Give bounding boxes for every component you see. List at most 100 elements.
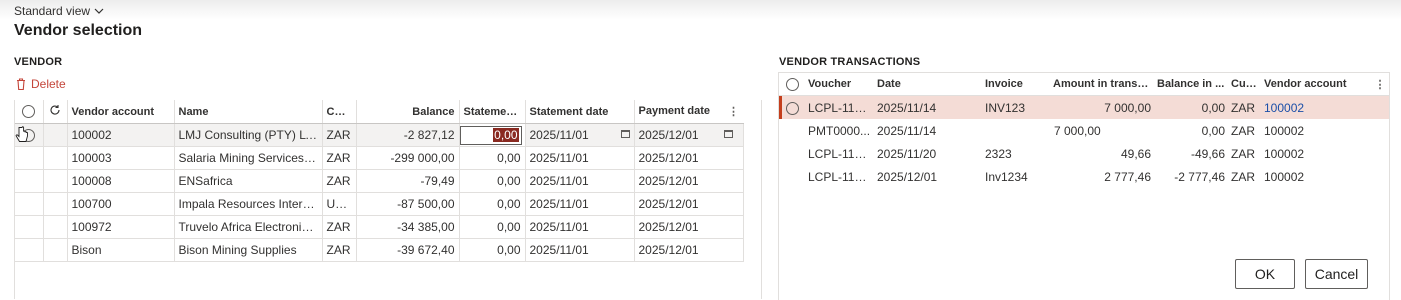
top-bar	[0, 0, 1401, 20]
cell-voucher: LCPL-110...	[805, 95, 874, 119]
table-row[interactable]: LCPL-110... 2025/11/20 2323 49,66 -49,66…	[779, 142, 1389, 165]
column-header-date[interactable]: Date	[874, 73, 982, 96]
cell-statement-date[interactable]: 2025/11/01	[525, 123, 635, 147]
column-header-voucher[interactable]: Voucher	[805, 73, 874, 96]
cell-statement-date[interactable]: 2025/11/01	[525, 169, 635, 193]
row-select[interactable]	[15, 192, 44, 216]
more-options-icon[interactable]: ⋮	[728, 105, 739, 118]
row-select[interactable]	[15, 146, 44, 170]
row-select[interactable]	[15, 238, 44, 262]
cell-currency: ZAR	[1231, 123, 1255, 138]
cell-statement-date[interactable]: 2025/11/01	[525, 215, 635, 239]
cell-invoice: 2323	[985, 146, 1012, 161]
trash-icon	[17, 78, 25, 90]
cell-currency: ZAR	[322, 146, 357, 170]
column-header-vendor-account[interactable]: Vendor account	[67, 100, 175, 124]
cell-statement[interactable]: 0,00	[459, 146, 526, 170]
cell-balance: 0,00	[1154, 95, 1228, 119]
cell-vendor-account: 100002	[1264, 169, 1305, 184]
table-row[interactable]: 100008 ENSafrica ZAR -79,49 0,00 2025/11…	[15, 169, 744, 193]
column-header-payment-date[interactable]: Payment date ⋮	[634, 100, 743, 124]
ok-button[interactable]: OK	[1235, 259, 1295, 289]
cell-name: Salaria Mining Services (P...	[174, 146, 323, 170]
column-header-statement[interactable]: Statement ...	[459, 100, 526, 124]
calendar-icon[interactable]	[620, 130, 630, 138]
cell-vendor-account[interactable]: 100008	[67, 169, 175, 193]
cell-payment-date[interactable]: 2025/12/01	[634, 215, 744, 239]
cell-voucher: LCPL-110...	[808, 169, 872, 184]
cell-name: Truvelo Africa Electronics ...	[174, 215, 323, 239]
cell-statement-date[interactable]: 2025/11/01	[525, 238, 635, 262]
cell-statement[interactable]: 0,00	[459, 123, 526, 147]
cell-vendor-account: 100002	[1264, 123, 1305, 138]
circle-icon	[22, 105, 36, 118]
cell-statement[interactable]: 0,00	[459, 215, 526, 239]
column-header-vendor-account[interactable]: Vendor account	[1261, 73, 1371, 96]
cell-statement[interactable]: 0,00	[459, 169, 526, 193]
select-all-checkbox[interactable]	[15, 100, 44, 124]
row-select[interactable]	[779, 165, 805, 188]
circle-icon	[785, 101, 799, 115]
table-row[interactable]: PMT0000... 2025/11/14 7 000,00 0,00 ZAR …	[779, 119, 1389, 142]
row-select[interactable]	[779, 119, 805, 142]
cell-payment-date[interactable]: 2025/12/01	[634, 238, 744, 262]
cell-balance: -2 777,46	[1174, 169, 1225, 184]
cell-vendor-account[interactable]: 100003	[67, 146, 175, 170]
cell-name: Impala Resources Internat...	[174, 192, 323, 216]
refresh-button[interactable]	[43, 100, 68, 124]
column-header-balance[interactable]: Balance in ...	[1154, 73, 1228, 96]
transactions-section-title: VENDOR TRANSACTIONS	[779, 56, 921, 68]
column-header-balance[interactable]: Balance	[356, 100, 460, 124]
refresh-icon	[50, 105, 60, 115]
cell-payment-date[interactable]: 2025/12/01	[634, 123, 744, 147]
delete-button[interactable]: Delete	[16, 77, 66, 91]
cell-payment-date[interactable]: 2025/12/01	[634, 169, 744, 193]
table-row[interactable]: 100003 Salaria Mining Services (P... ZAR…	[15, 146, 744, 170]
circle-icon	[785, 77, 799, 91]
column-header-invoice[interactable]: Invoice	[982, 73, 1050, 96]
row-marker	[43, 238, 68, 262]
cell-statement[interactable]: 0,00	[459, 192, 526, 216]
cell-vendor-account[interactable]: 100972	[67, 215, 175, 239]
column-header-currency[interactable]: Cur...	[1228, 73, 1261, 96]
row-select[interactable]	[779, 142, 805, 165]
cell-vendor-account[interactable]: 100002	[1261, 95, 1389, 119]
table-row[interactable]: 100700 Impala Resources Internat... USD …	[15, 192, 744, 216]
table-row[interactable]: LCPL-110... 2025/11/14 INV123 7 000,00 0…	[779, 95, 1389, 119]
cell-statement-date[interactable]: 2025/11/01	[525, 146, 635, 170]
cell-currency: ZAR	[1231, 169, 1255, 184]
cell-vendor-account[interactable]: 100002	[67, 123, 175, 147]
cell-vendor-account[interactable]: Bison	[67, 238, 175, 262]
row-select[interactable]	[15, 169, 44, 193]
view-selector[interactable]: Standard view	[14, 4, 104, 18]
statement-input[interactable]: 0,00	[459, 125, 522, 145]
cell-vendor-account[interactable]: 100700	[67, 192, 175, 216]
cell-voucher: PMT0000...	[808, 123, 871, 138]
cell-date: 2025/11/14	[874, 95, 982, 119]
vendor-section-title: VENDOR	[14, 56, 63, 68]
column-header-currency[interactable]: Cur...	[322, 100, 357, 124]
column-header-name[interactable]: Name	[174, 100, 323, 124]
cell-statement-date[interactable]: 2025/11/01	[525, 192, 635, 216]
more-options-icon[interactable]: ⋮	[1371, 73, 1389, 96]
row-select[interactable]	[15, 215, 44, 239]
calendar-icon[interactable]	[723, 130, 733, 138]
column-header-amount[interactable]: Amount in transact...	[1050, 73, 1154, 96]
cell-statement[interactable]: 0,00	[459, 238, 526, 262]
select-all-checkbox[interactable]	[779, 73, 805, 96]
table-row[interactable]: LCPL-110... 2025/12/01 Inv1234 2 777,46 …	[779, 165, 1389, 188]
table-row[interactable]: 100972 Truvelo Africa Electronics ... ZA…	[15, 215, 744, 239]
cell-invoice: INV123	[982, 95, 1050, 119]
cell-currency: ZAR	[1228, 95, 1261, 119]
column-header-statement-date[interactable]: Statement date	[525, 100, 635, 124]
vendor-header-row: Vendor account Name Cur... Balance State…	[15, 100, 743, 124]
cell-payment-date[interactable]: 2025/12/01	[634, 192, 744, 216]
table-row[interactable]: Bison Bison Mining Supplies ZAR -39 672,…	[15, 238, 744, 262]
cell-amount: 49,66	[1120, 146, 1151, 161]
cell-payment-date[interactable]: 2025/12/01	[634, 146, 744, 170]
cell-invoice	[982, 119, 1050, 142]
table-row[interactable]: 100002 LMJ Consulting (PTY) LTD ZAR -2 8…	[15, 123, 744, 147]
cancel-button[interactable]: Cancel	[1305, 259, 1368, 289]
row-marker	[43, 146, 68, 170]
row-select[interactable]	[779, 95, 805, 119]
